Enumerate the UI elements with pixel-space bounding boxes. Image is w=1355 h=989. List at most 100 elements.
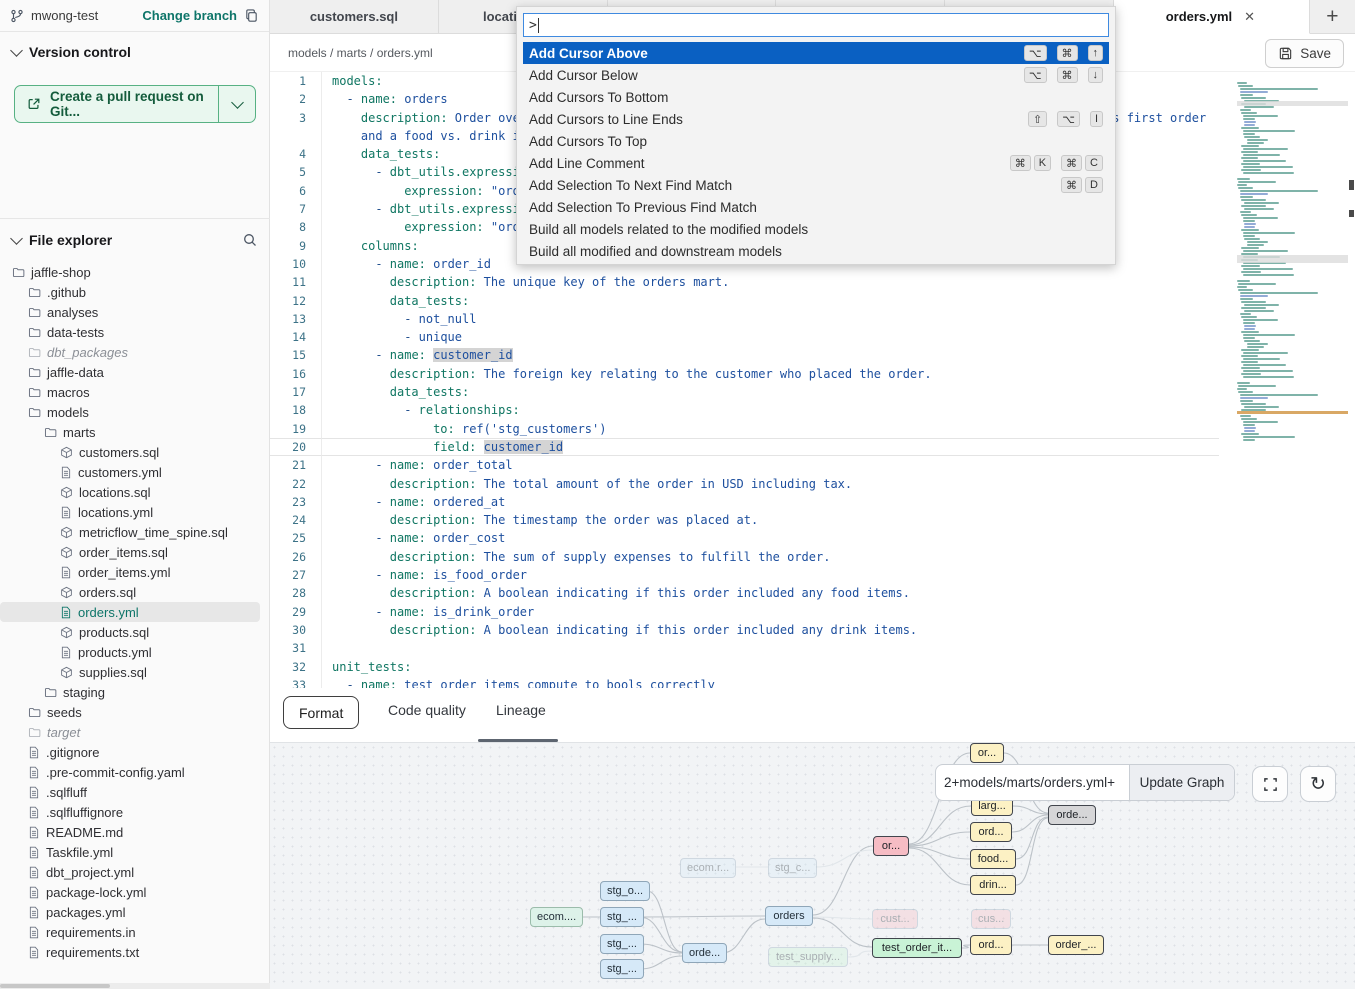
editor-line-12[interactable]: 12data_tests: bbox=[270, 292, 1355, 310]
editor-scrollbar[interactable] bbox=[1348, 72, 1355, 688]
editor-line-31[interactable]: 31 bbox=[270, 639, 1355, 657]
lineage-node-orders[interactable]: orders bbox=[765, 906, 813, 926]
palette-item[interactable]: Build all models related to the modified… bbox=[523, 218, 1109, 240]
editor-line-19[interactable]: 19to: ref('stg_customers') bbox=[270, 420, 1355, 438]
tree-item-dbt_packages[interactable]: dbt_packages bbox=[0, 342, 270, 362]
update-graph-button[interactable]: Update Graph bbox=[1129, 765, 1234, 800]
tab-orders.yml[interactable]: orders.yml✕ bbox=[1114, 0, 1309, 34]
tree-item-requirements.in[interactable]: requirements.in bbox=[0, 922, 270, 942]
lineage-node-ord[interactable]: ord... bbox=[970, 935, 1012, 955]
lineage-node-ord[interactable]: ord... bbox=[970, 822, 1012, 842]
tree-item-products.sql[interactable]: products.sql bbox=[0, 622, 270, 642]
tree-item-.github[interactable]: .github bbox=[0, 282, 270, 302]
lineage-node-drin[interactable]: drin... bbox=[970, 875, 1016, 895]
tree-item-orders.yml[interactable]: orders.yml bbox=[0, 602, 260, 622]
tree-item-products.yml[interactable]: products.yml bbox=[0, 642, 270, 662]
tree-item-orders.sql[interactable]: orders.sql bbox=[0, 582, 270, 602]
lineage-node-stg_[interactable]: stg_... bbox=[600, 959, 644, 979]
palette-item[interactable]: Add Cursors To Top bbox=[523, 130, 1109, 152]
tree-item-package-lock.yml[interactable]: package-lock.yml bbox=[0, 882, 270, 902]
tree-item-supplies.sql[interactable]: supplies.sql bbox=[0, 662, 270, 682]
tree-item-locations.sql[interactable]: locations.sql bbox=[0, 482, 270, 502]
create-pull-request-main[interactable]: Create a pull request on Git... bbox=[15, 86, 219, 122]
editor-line-17[interactable]: 17data_tests: bbox=[270, 383, 1355, 401]
lineage-node-cus[interactable]: cus... bbox=[971, 909, 1011, 929]
editor-line-13[interactable]: 13- not_null bbox=[270, 310, 1355, 328]
editor-line-20[interactable]: 20field: customer_id bbox=[270, 438, 1355, 456]
tree-item-jaffle-data[interactable]: jaffle-data bbox=[0, 362, 270, 382]
editor-line-28[interactable]: 28description: A boolean indicating if t… bbox=[270, 584, 1355, 602]
editor-line-30[interactable]: 30description: A boolean indicating if t… bbox=[270, 621, 1355, 639]
tree-item-.pre-commit-config.yaml[interactable]: .pre-commit-config.yaml bbox=[0, 762, 270, 782]
editor-line-11[interactable]: 11description: The unique key of the ord… bbox=[270, 273, 1355, 291]
new-tab-button[interactable]: + bbox=[1310, 0, 1355, 33]
tree-item-order_items.yml[interactable]: order_items.yml bbox=[0, 562, 270, 582]
file-explorer-header[interactable]: File explorer bbox=[0, 218, 270, 256]
tree-item-marts[interactable]: marts bbox=[0, 422, 270, 442]
tab-code-quality[interactable]: Code quality bbox=[388, 702, 466, 718]
search-icon[interactable] bbox=[242, 232, 258, 248]
palette-item[interactable]: Add Cursors to Line Ends⇧⌥I bbox=[523, 108, 1109, 130]
command-palette-input[interactable]: > bbox=[523, 13, 1109, 37]
palette-item[interactable]: Build all modified and downstream models bbox=[523, 240, 1109, 262]
tree-item-order_items.sql[interactable]: order_items.sql bbox=[0, 542, 270, 562]
lineage-canvas[interactable]: 2+models/marts/orders.yml+ Update Graph … bbox=[270, 742, 1355, 989]
tree-item-staging[interactable]: staging bbox=[0, 682, 270, 702]
tree-item-analyses[interactable]: analyses bbox=[0, 302, 270, 322]
copy-icon[interactable] bbox=[244, 8, 259, 23]
editor-line-33[interactable]: 33- name: test_order_items_compute_to_bo… bbox=[270, 676, 1355, 688]
editor-line-25[interactable]: 25- name: order_cost bbox=[270, 529, 1355, 547]
lineage-node-cust[interactable]: cust... bbox=[872, 909, 918, 929]
tree-item-models[interactable]: models bbox=[0, 402, 270, 422]
tree-item-jaffle-shop[interactable]: jaffle-shop bbox=[0, 262, 270, 282]
tree-item-data-tests[interactable]: data-tests bbox=[0, 322, 270, 342]
lineage-node-stg_o[interactable]: stg_o... bbox=[600, 881, 650, 901]
palette-item[interactable]: Add Selection To Previous Find Match bbox=[523, 196, 1109, 218]
tree-item-customers.yml[interactable]: customers.yml bbox=[0, 462, 270, 482]
editor-line-21[interactable]: 21- name: order_total bbox=[270, 456, 1355, 474]
editor-line-16[interactable]: 16description: The foreign key relating … bbox=[270, 365, 1355, 383]
editor-line-18[interactable]: 18- relationships: bbox=[270, 401, 1355, 419]
editor-line-15[interactable]: 15- name: customer_id bbox=[270, 346, 1355, 364]
tree-item-customers.sql[interactable]: customers.sql bbox=[0, 442, 270, 462]
lineage-node-orde[interactable]: orde... bbox=[1048, 805, 1096, 825]
lineage-node-ecomr[interactable]: ecom.r... bbox=[680, 858, 736, 878]
minimap[interactable] bbox=[1237, 82, 1348, 527]
pull-request-dropdown-button[interactable] bbox=[219, 86, 255, 122]
tree-item-dbt_project.yml[interactable]: dbt_project.yml bbox=[0, 862, 270, 882]
tree-item-macros[interactable]: macros bbox=[0, 382, 270, 402]
refresh-icon[interactable]: ↻ bbox=[1300, 766, 1336, 802]
editor-line-27[interactable]: 27- name: is_food_order bbox=[270, 566, 1355, 584]
palette-item[interactable]: Add Cursor Above⌥⌘↑ bbox=[523, 42, 1109, 64]
tree-item-.sqlfluff[interactable]: .sqlfluff bbox=[0, 782, 270, 802]
palette-item[interactable]: Add Cursor Below⌥⌘↓ bbox=[523, 64, 1109, 86]
editor-line-23[interactable]: 23- name: ordered_at bbox=[270, 493, 1355, 511]
lineage-node-orde[interactable]: orde... bbox=[682, 943, 727, 963]
tab-lineage[interactable]: Lineage bbox=[496, 702, 546, 718]
tree-item-Taskfile.yml[interactable]: Taskfile.yml bbox=[0, 842, 270, 862]
lineage-node-or[interactable]: or... bbox=[970, 743, 1004, 763]
change-branch-link[interactable]: Change branch bbox=[142, 8, 237, 23]
format-button[interactable]: Format bbox=[283, 696, 359, 729]
tree-item-metricflow_time_spine.sql[interactable]: metricflow_time_spine.sql bbox=[0, 522, 270, 542]
save-button[interactable]: Save bbox=[1265, 39, 1344, 68]
lineage-node-stg_[interactable]: stg_... bbox=[600, 934, 644, 954]
fullscreen-button[interactable] bbox=[1252, 766, 1288, 802]
close-icon[interactable]: ✕ bbox=[1242, 9, 1257, 25]
lineage-selector-input[interactable]: 2+models/marts/orders.yml+ bbox=[936, 765, 1129, 800]
tree-item-README.md[interactable]: README.md bbox=[0, 822, 270, 842]
lineage-node-test_supply[interactable]: test_supply... bbox=[768, 947, 848, 967]
lineage-node-order_[interactable]: order_... bbox=[1048, 935, 1104, 955]
tree-item-requirements.txt[interactable]: requirements.txt bbox=[0, 942, 270, 962]
tree-item-seeds[interactable]: seeds bbox=[0, 702, 270, 722]
lineage-node-stg_[interactable]: stg_... bbox=[600, 907, 644, 927]
editor-line-24[interactable]: 24description: The timestamp the order w… bbox=[270, 511, 1355, 529]
palette-item[interactable]: Add Cursors To Bottom bbox=[523, 86, 1109, 108]
editor-line-26[interactable]: 26description: The sum of supply expense… bbox=[270, 548, 1355, 566]
tree-item-.sqlfluffignore[interactable]: .sqlfluffignore bbox=[0, 802, 270, 822]
lineage-node-stg_c[interactable]: stg_c... bbox=[768, 858, 817, 878]
version-control-header[interactable]: Version control bbox=[0, 32, 269, 68]
tree-item-target[interactable]: target bbox=[0, 722, 270, 742]
lineage-node-food[interactable]: food... bbox=[970, 849, 1016, 869]
lineage-node-or[interactable]: or... bbox=[873, 836, 909, 856]
